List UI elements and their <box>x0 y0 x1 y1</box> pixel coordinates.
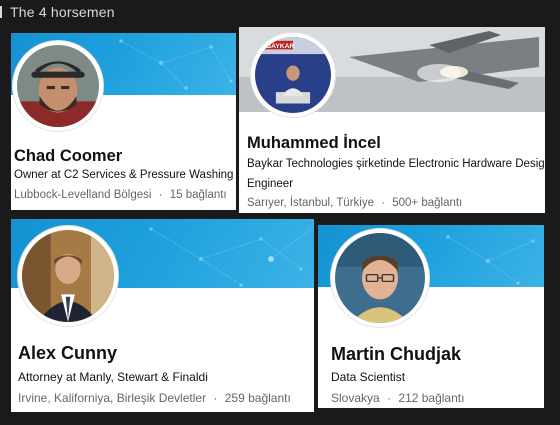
separator: · <box>387 391 392 405</box>
profile-location: Slovakya <box>331 391 380 405</box>
profile-name[interactable]: Chad Coomer <box>14 147 122 166</box>
profile-headline: Owner at C2 Services & Pressure Washing <box>14 169 234 181</box>
profile-headline: Data Scientist <box>331 370 406 384</box>
connection-count[interactable]: 259 bağlantı <box>225 391 291 405</box>
profile-name[interactable]: Alex Cunny <box>18 343 117 364</box>
profile-headline-line2: Engineer <box>247 178 294 190</box>
avatar[interactable]: BAYKAR <box>251 33 335 117</box>
connection-count[interactable]: 212 bağlantı <box>398 391 464 405</box>
profile-location: Sarıyer, İstanbul, Türkiye <box>247 197 374 209</box>
avatar[interactable] <box>18 226 118 326</box>
profile-meta: Lubbock-Levelland Bölgesi · 15 bağlantı <box>14 189 227 201</box>
separator: · <box>213 391 218 405</box>
profile-card-muhammed[interactable]: BAYKAR Muhammed İncel Baykar Technologie… <box>239 27 545 213</box>
profile-meta: Sarıyer, İstanbul, Türkiye · 500+ bağlan… <box>247 197 462 209</box>
profile-card-alex[interactable]: Alex Cunny Attorney at Manly, Stewart & … <box>11 219 314 412</box>
person-photo-icon: BAYKAR <box>255 37 331 113</box>
avatar[interactable] <box>13 41 103 131</box>
post-title: The 4 horsemen <box>10 4 115 20</box>
profile-card-martin[interactable]: Martin Chudjak Data Scientist Slovakya ·… <box>318 225 544 408</box>
profile-name[interactable]: Muhammed İncel <box>247 134 381 153</box>
profile-meta: Slovakya · 212 bağlantı <box>331 391 464 405</box>
separator: · <box>158 189 163 201</box>
profile-location: Irvine, Kaliforniya, Birleşik Devletler <box>18 391 207 405</box>
profile-headline: Baykar Technologies şirketinde Electroni… <box>247 158 545 170</box>
person-photo-icon <box>17 45 99 127</box>
profile-location: Lubbock-Levelland Bölgesi <box>14 189 152 201</box>
separator: · <box>381 197 386 209</box>
baykar-logo: BAYKAR <box>266 43 294 50</box>
connection-count[interactable]: 500+ bağlantı <box>392 197 462 209</box>
post-marker <box>0 6 2 18</box>
person-photo-icon <box>335 233 425 323</box>
profile-headline: Attorney at Manly, Stewart & Finaldi <box>18 370 208 384</box>
person-photo-icon <box>22 230 114 322</box>
profile-name[interactable]: Martin Chudjak <box>331 344 461 365</box>
profile-meta: Irvine, Kaliforniya, Birleşik Devletler … <box>18 391 291 405</box>
profile-card-chad[interactable]: Chad Coomer Owner at C2 Services & Press… <box>11 33 236 210</box>
connection-count[interactable]: 15 bağlantı <box>170 189 227 201</box>
avatar[interactable] <box>331 229 429 327</box>
